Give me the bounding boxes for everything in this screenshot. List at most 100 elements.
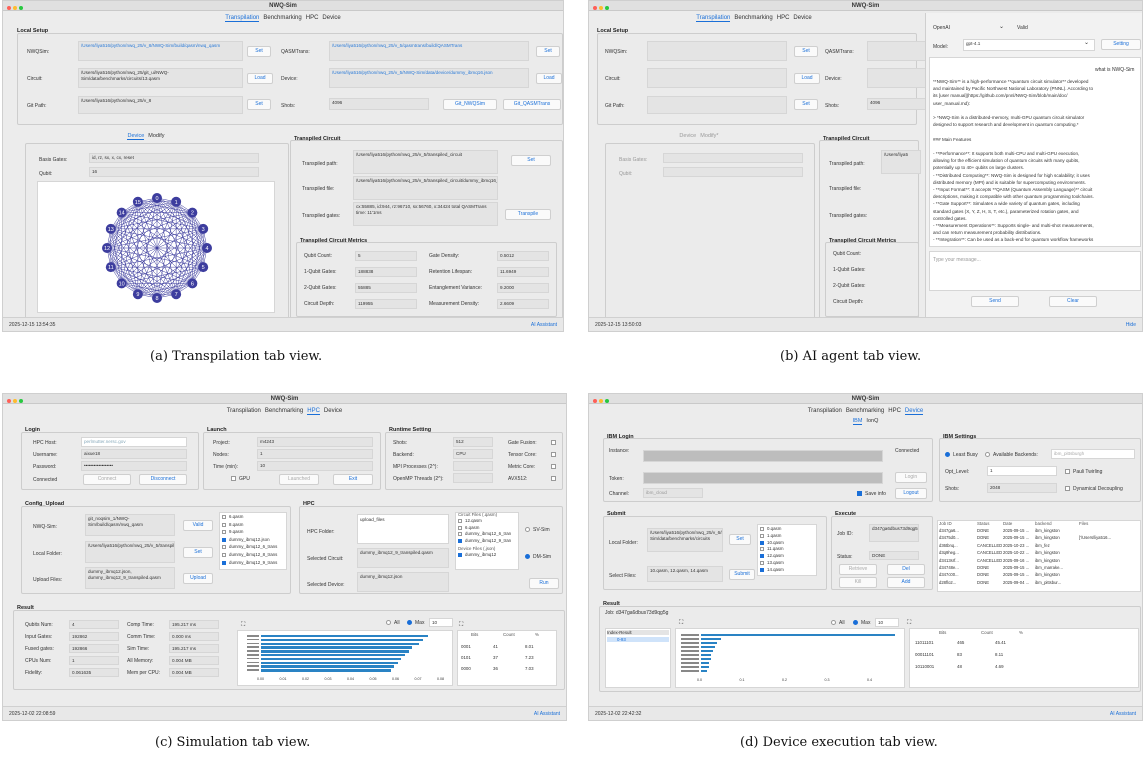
sv-sim-radio[interactable] xyxy=(525,527,530,532)
chevron-down-icon[interactable]: ⌄ xyxy=(1084,39,1089,46)
all-radio[interactable] xyxy=(831,620,836,625)
qasmtrans-path-field[interactable] xyxy=(867,41,927,61)
connect-button[interactable]: Connect xyxy=(83,474,131,485)
file-checkbox[interactable] xyxy=(222,522,226,527)
message-input[interactable]: Type your message... xyxy=(933,257,981,263)
circuit-file-checkbox[interactable] xyxy=(458,532,462,537)
close-icon[interactable] xyxy=(7,6,11,10)
circuit-load-button[interactable]: Load xyxy=(794,73,820,84)
run-button[interactable]: Run xyxy=(529,578,559,589)
upload-button[interactable]: Upload xyxy=(183,573,213,584)
device-file-checkbox[interactable] xyxy=(458,553,462,557)
expand-icon[interactable]: ⛶ xyxy=(679,620,683,627)
max-field[interactable]: 10 xyxy=(875,618,899,627)
git-qasmtrans-button[interactable]: Git_QASMTrans xyxy=(503,99,561,110)
backend-select[interactable]: ibm_pittsburgh xyxy=(1051,449,1135,459)
send-button[interactable]: Send xyxy=(971,296,1019,307)
qasmtrans-set-button[interactable]: Set xyxy=(536,46,560,57)
file-checkbox[interactable] xyxy=(760,547,764,552)
gpu-checkbox[interactable] xyxy=(231,476,236,481)
file-checkbox[interactable] xyxy=(222,560,226,565)
tab-device-sub[interactable]: Device xyxy=(679,133,696,139)
max-radio[interactable] xyxy=(407,620,412,625)
setting-button[interactable]: Setting xyxy=(1101,39,1141,50)
circuit-path-field[interactable]: /Users/liya516/python/nwq_25/git_ui/NWQ-… xyxy=(78,68,243,88)
chevron-down-icon[interactable]: ⌄ xyxy=(999,23,1004,30)
ai-assistant-link[interactable]: AI Assistant xyxy=(534,707,560,720)
pauli-twirling-checkbox[interactable] xyxy=(1065,469,1070,474)
folder-set-button[interactable]: Set xyxy=(183,547,213,558)
tab-benchmarking[interactable]: Benchmarking xyxy=(263,15,301,21)
selected-circuit-field[interactable]: dummy_ibmq12_9_transpiled.qasm xyxy=(357,548,449,568)
circuit-load-button[interactable]: Load xyxy=(247,73,273,84)
tpath-field[interactable]: /Users/liya5 xyxy=(881,150,921,174)
file-checkbox[interactable] xyxy=(760,561,764,565)
ibm-shots-field[interactable]: 2048 xyxy=(987,483,1057,493)
circuit-file-checkbox[interactable] xyxy=(458,519,462,523)
add-button[interactable]: Add xyxy=(887,577,925,588)
host-select[interactable]: perlmutter.nersc.gov xyxy=(81,437,187,447)
tab-benchmarking[interactable]: Benchmarking xyxy=(265,408,303,414)
device-path-field[interactable] xyxy=(867,68,927,88)
disconnect-button[interactable]: Disconnect xyxy=(139,474,187,485)
local-folder-field[interactable]: /Users/liya516/python/nwq_25/v_6/NWQ-Sim… xyxy=(647,528,723,552)
save-info-checkbox[interactable] xyxy=(857,491,862,496)
kill-button[interactable]: Kill xyxy=(839,577,877,588)
minimize-icon[interactable] xyxy=(13,6,17,10)
git-nwqsim-button[interactable]: Git_NWQSim xyxy=(443,99,497,110)
clear-button[interactable]: Clear xyxy=(1049,296,1097,307)
nwqsim-set-button[interactable]: Set xyxy=(794,46,818,57)
local-folder-field[interactable]: /Users/liya516/python/nwq_25/v_5/transpi… xyxy=(85,541,175,563)
expand-icon[interactable]: ⛶ xyxy=(907,620,911,627)
ai-assistant-link[interactable]: AI Assistant xyxy=(531,318,557,331)
zoom-icon[interactable] xyxy=(605,399,609,403)
time-field[interactable]: 10 xyxy=(257,461,373,471)
hide-link[interactable]: Hide xyxy=(1126,318,1136,331)
index-result-item[interactable]: 0-93 xyxy=(607,637,669,642)
file-checkbox[interactable] xyxy=(760,540,764,545)
expand-icon[interactable]: ⛶ xyxy=(241,622,245,629)
nwqsim-path-field[interactable]: /Users/liya516/python/nwq_25/v_8/NWQ-Sim… xyxy=(78,41,243,61)
model-select[interactable]: gpt-4.1 xyxy=(963,39,1095,51)
ai-assistant-link[interactable]: AI Assistant xyxy=(1110,707,1136,720)
gitpath-field[interactable] xyxy=(647,96,787,114)
tab-hpc[interactable]: HPC xyxy=(306,15,319,21)
tpath-set-button[interactable]: Set xyxy=(511,155,551,166)
nodes-field[interactable]: 1 xyxy=(257,449,373,459)
tab-transpilation[interactable]: Transpilation xyxy=(225,15,260,22)
max-field[interactable]: 10 xyxy=(429,618,453,627)
circuit-path-field[interactable] xyxy=(647,68,787,88)
nwqsim-field[interactable]: git_noqsim_1/NWQ-Sim/build/qasm/nwq_qasm xyxy=(85,514,175,536)
qasmtrans-path-field[interactable]: /Users/liya516/python/nwq_25/v_5/qasmtra… xyxy=(329,41,529,61)
tab-transpilation[interactable]: Transpilation xyxy=(808,408,842,414)
tab-device[interactable]: Device xyxy=(793,15,811,21)
dm-sim-radio[interactable] xyxy=(525,554,530,559)
file-checkbox[interactable] xyxy=(760,533,764,538)
password-field[interactable]: •••••••••••••••••• xyxy=(81,461,187,471)
close-icon[interactable] xyxy=(593,399,597,403)
qubit-field[interactable] xyxy=(663,167,803,177)
job-id-field[interactable]: d347ga6dbus73d9qg5g xyxy=(869,524,919,542)
file-checkbox[interactable] xyxy=(222,553,226,557)
tab-transpilation[interactable]: Transpilation xyxy=(227,408,261,414)
tab-hpc[interactable]: HPC xyxy=(777,15,790,21)
file-checkbox[interactable] xyxy=(222,545,226,550)
nwqsim-set-button[interactable]: Set xyxy=(247,46,271,57)
tab-transpilation[interactable]: Transpilation xyxy=(696,15,731,22)
backend-select[interactable]: CPU xyxy=(453,449,493,459)
gitpath-set-button[interactable]: Set xyxy=(247,99,271,110)
submit-button[interactable]: Submit xyxy=(729,569,755,580)
circuit-file-checkbox[interactable] xyxy=(458,538,462,543)
retrieve-button[interactable]: Retrieve xyxy=(839,564,877,575)
zoom-icon[interactable] xyxy=(19,399,23,403)
tab-device-sub[interactable]: Device xyxy=(127,133,145,140)
qubit-field[interactable]: 16 xyxy=(89,167,259,177)
file-checkbox[interactable] xyxy=(222,537,226,542)
token-field[interactable] xyxy=(643,472,883,484)
expand-icon[interactable]: ⛶ xyxy=(459,622,463,629)
tensor-core-checkbox[interactable] xyxy=(551,452,556,457)
least-busy-radio[interactable] xyxy=(945,452,950,457)
login-button[interactable]: Login xyxy=(895,472,927,483)
tab-benchmarking[interactable]: Benchmarking xyxy=(734,15,772,21)
omp-field[interactable] xyxy=(453,473,493,483)
